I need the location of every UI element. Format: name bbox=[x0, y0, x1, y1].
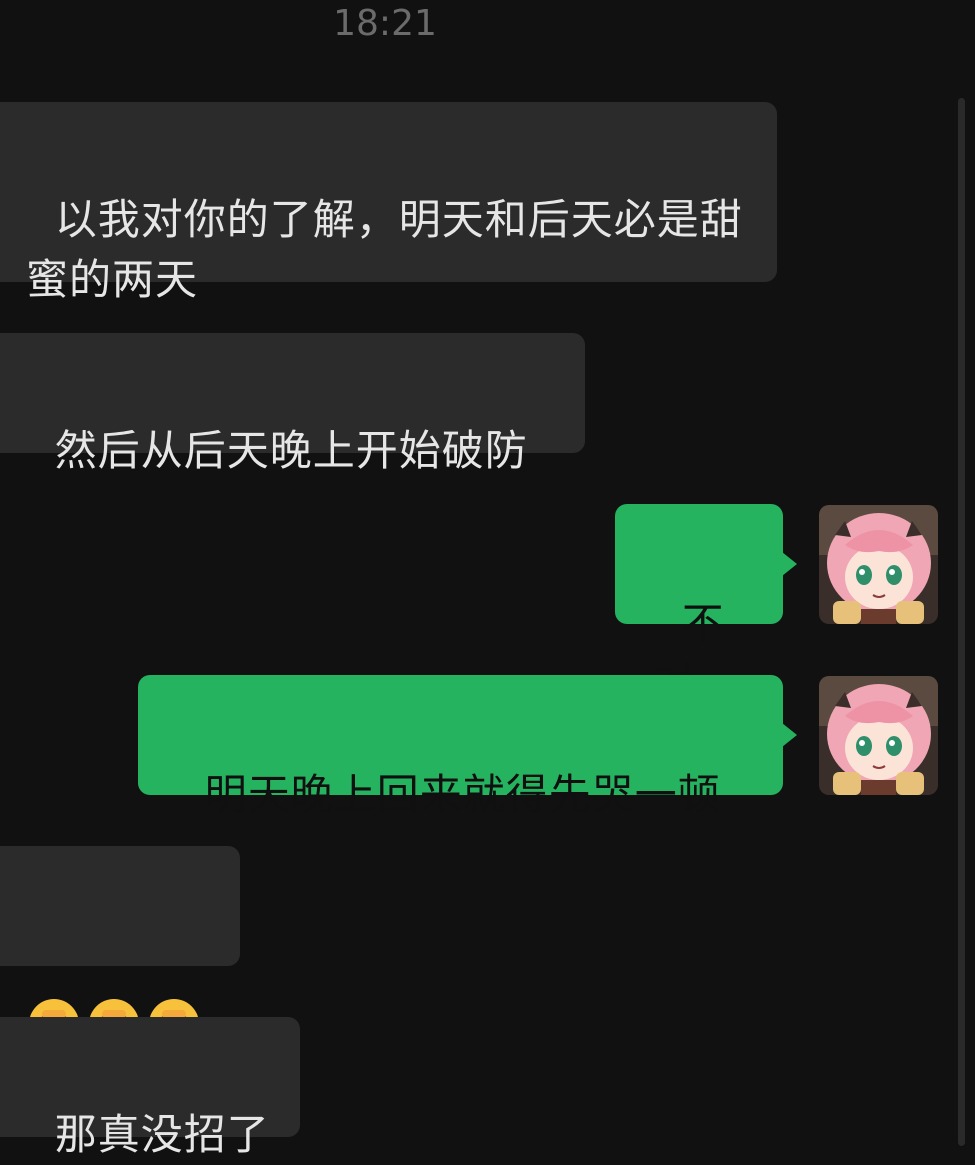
message-text: 以我对你的了解，明天和后天必是甜蜜的两天 bbox=[26, 195, 743, 304]
message-bubble-outgoing[interactable]: 明天晚上回来就得先哭一顿 bbox=[138, 675, 797, 819]
anime-girl-avatar-icon bbox=[819, 676, 938, 795]
message-text: 那真没招了 bbox=[54, 1110, 270, 1159]
message-bubble-incoming[interactable]: 然后从后天晚上开始破防 bbox=[0, 333, 585, 475]
message-text: 然后从后天晚上开始破防 bbox=[54, 426, 528, 475]
message-bubble-incoming[interactable] bbox=[0, 846, 240, 1049]
message-bubble-incoming[interactable]: 以我对你的了解，明天和后天必是甜蜜的两天 bbox=[0, 102, 777, 304]
message-text: 明天晚上回来就得先哭一顿 bbox=[204, 770, 721, 819]
chat-timestamp: 18:21 bbox=[333, 3, 437, 44]
anime-girl-avatar-icon bbox=[819, 505, 938, 624]
message-bubble-outgoing[interactable]: 不对 bbox=[615, 504, 797, 708]
avatar[interactable] bbox=[819, 676, 938, 795]
chat-scrollbar[interactable] bbox=[958, 98, 965, 1146]
message-bubble-incoming[interactable]: 那真没招了 bbox=[0, 1017, 300, 1159]
avatar[interactable] bbox=[819, 505, 938, 624]
